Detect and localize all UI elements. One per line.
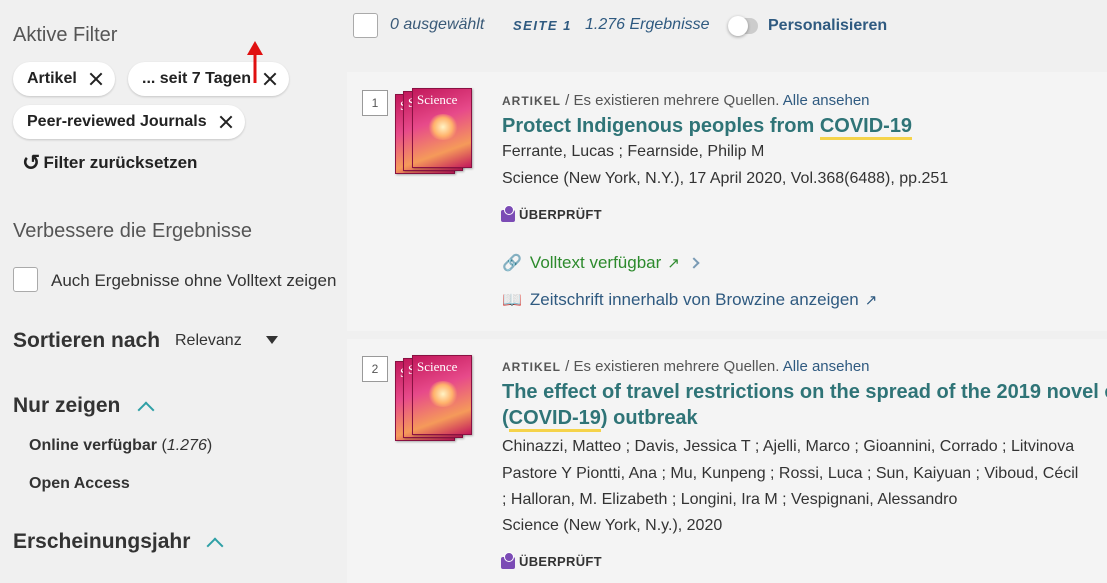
active-filters-heading: Aktive Filter: [13, 24, 118, 46]
remove-filter-icon[interactable]: [89, 72, 103, 86]
result-authors: Ferrante, Lucas ; Fearnside, Philip M: [502, 143, 765, 160]
chevron-right-icon: [688, 257, 700, 269]
result-rank: 1: [362, 90, 388, 116]
see-all-link[interactable]: Alle ansehen: [783, 92, 870, 109]
selected-count: 0 ausgewählt: [390, 16, 485, 33]
personalize-toggle[interactable]: [728, 16, 758, 36]
show-only-heading[interactable]: Nur zeigen: [13, 394, 120, 418]
result-authors-line-1: Chinazzi, Matteo ; Davis, Jessica T ; Aj…: [502, 438, 1075, 455]
facet-count: (1.276): [161, 437, 213, 454]
results-toolbar: 0 ausgewählt SEITE 1 1.276 Ergebnisse Pe…: [347, 0, 1107, 72]
remove-filter-icon[interactable]: [263, 72, 277, 86]
reset-filters-label: Filter zurücksetzen: [43, 153, 198, 172]
no-fulltext-checkbox[interactable]: [13, 267, 38, 292]
link-icon: 🔗: [502, 255, 522, 272]
peer-reviewed-badge: ÜBERPRÜFT: [500, 205, 602, 223]
browzine-label: Zeitschrift innerhalb von Browzine anzei…: [529, 290, 859, 309]
search-term-highlight: COVID-19: [819, 115, 913, 140]
result-item: 1 S S Science ARTIKEL / Es existieren me…: [347, 72, 1107, 331]
peer-reviewed-icon: [500, 205, 516, 223]
result-source: Science (New York, N.y.), 2020: [502, 517, 723, 534]
fulltext-label: Volltext verfügbar: [529, 253, 662, 272]
result-authors-line-2: Pastore Y Piontti, Ana ; Mu, Kunpeng ; R…: [502, 465, 1079, 482]
journal-cover-thumbnail[interactable]: S S Science: [395, 355, 483, 443]
reset-icon: ↺: [22, 150, 41, 175]
result-rank: 2: [362, 356, 388, 382]
page-indicator: SEITE 1: [513, 18, 572, 33]
personalize-label[interactable]: Personalisieren: [768, 17, 887, 35]
multiple-sources-text: / Es existieren mehrere Quellen.: [561, 92, 783, 109]
peer-reviewed-icon: [500, 552, 516, 570]
chevron-up-icon[interactable]: [206, 537, 224, 555]
arrow-head: [247, 41, 263, 55]
result-title-link[interactable]: Protect Indigenous peoples from COVID-19: [502, 113, 1107, 140]
select-all-checkbox[interactable]: [353, 13, 378, 38]
result-title-link[interactable]: The effect of travel restrictions on the…: [502, 379, 1107, 432]
filter-chip-artikel: Artikel: [13, 62, 115, 96]
journal-cover-thumbnail[interactable]: S S Science: [395, 88, 483, 176]
facet-label: Online verfügbar: [29, 437, 158, 454]
search-term-highlight: COVID-19: [508, 407, 601, 432]
see-all-link[interactable]: Alle ansehen: [783, 358, 870, 375]
filter-sidebar: Aktive Filter Artikel ... seit 7 Tagen P…: [0, 0, 347, 583]
result-type-line: ARTIKEL / Es existieren mehrere Quellen.…: [502, 358, 870, 375]
refine-results-heading: Verbessere die Ergebnisse: [13, 220, 253, 242]
remove-filter-icon[interactable]: [219, 115, 233, 129]
filter-chip-peer-reviewed: Peer-reviewed Journals: [13, 105, 245, 139]
external-link-icon: ↗: [667, 255, 680, 272]
annotation-arrow: [247, 41, 263, 83]
browzine-link[interactable]: 📖 Zeitschrift innerhalb von Browzine anz…: [502, 290, 877, 310]
result-type: ARTIKEL: [502, 94, 561, 108]
no-fulltext-label: Auch Ergebnisse ohne Volltext zeigen: [51, 271, 337, 290]
peer-reviewed-badge: ÜBERPRÜFT: [500, 552, 602, 570]
external-link-icon: ↗: [864, 292, 878, 309]
results-list: 1 S S Science ARTIKEL / Es existieren me…: [347, 72, 1107, 583]
filter-chip-label: ... seit 7 Tagen: [142, 70, 252, 87]
sort-dropdown[interactable]: Relevanz: [175, 332, 242, 350]
reset-filters-button[interactable]: ↺ Filter zurücksetzen: [22, 152, 197, 174]
caret-down-icon[interactable]: [266, 336, 278, 344]
sort-by-label: Sortieren nach: [13, 329, 161, 352]
filter-chip-label: Peer-reviewed Journals: [27, 113, 207, 130]
facet-open-access[interactable]: Open Access: [29, 475, 130, 493]
book-icon: 📖: [502, 292, 522, 309]
result-source: Science (New York, N.Y.), 17 April 2020,…: [502, 170, 949, 187]
results-count: 1.276 Ergebnisse: [585, 16, 710, 33]
chevron-up-icon[interactable]: [137, 401, 155, 419]
publication-year-heading[interactable]: Erscheinungsjahr: [13, 530, 190, 554]
result-type: ARTIKEL: [502, 360, 561, 374]
facet-online-available[interactable]: Online verfügbar (1.276): [29, 437, 212, 455]
filter-chip-label: Artikel: [27, 70, 77, 87]
result-item: 2 S S Science ARTIKEL / Es existieren me…: [347, 339, 1107, 583]
fulltext-available-link[interactable]: 🔗 Volltext verfügbar ↗: [502, 253, 700, 273]
toggle-knob: [728, 16, 748, 36]
result-authors-line-3: ; Halloran, M. Elizabeth ; Longini, Ira …: [502, 491, 958, 508]
multiple-sources-text: / Es existieren mehrere Quellen.: [561, 358, 783, 375]
result-type-line: ARTIKEL / Es existieren mehrere Quellen.…: [502, 92, 870, 109]
